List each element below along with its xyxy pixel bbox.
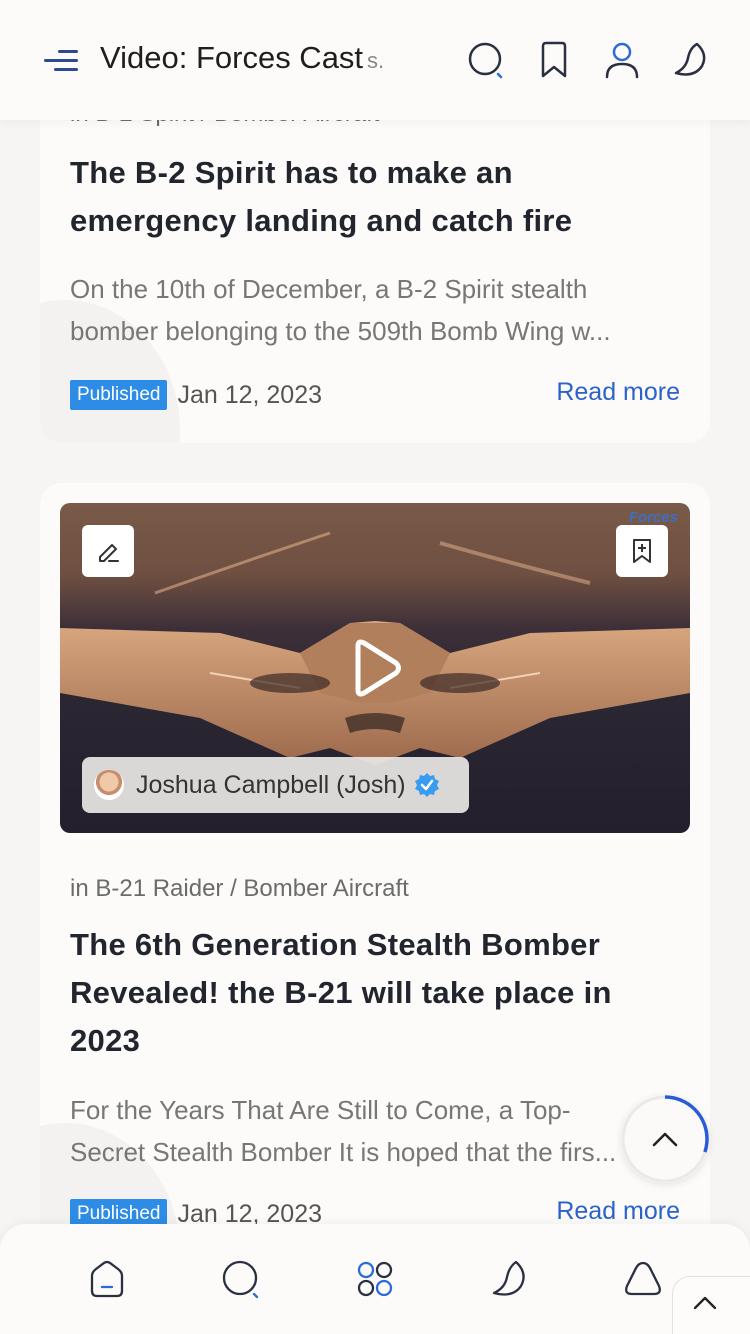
post-title-line: Revealed! the B-21 will take place in [70,975,612,1010]
post-excerpt-line: On the 10th of December, a B-2 Spirit st… [70,274,588,304]
apps-icon [357,1261,393,1297]
home-icon [90,1260,124,1298]
author-name: Joshua Campbell (Josh) [136,770,406,799]
verified-icon [414,773,439,797]
bookmark-add-button[interactable] [616,525,668,577]
top-header: Video: Forces Cast s. [0,0,750,120]
post-excerpt-line: For the Years That Are Still to Come, a … [70,1095,571,1125]
post-title-line: The B-2 Spirit has to make an [70,155,513,190]
post-card[interactable]: Forces Joshua Campbell (Josh) in B-21 Ra… [40,483,710,1283]
nav-home[interactable] [82,1254,132,1304]
read-more-link[interactable]: Read more [556,378,680,407]
expand-panel-button[interactable] [672,1276,750,1334]
notification-icon [625,1261,661,1296]
page-title: Video: Forces Cast s. [100,40,384,76]
page: in B-2 Spirit / Bomber Aircraft The B-2 … [0,0,750,1334]
post-thumbnail[interactable]: Forces Joshua Campbell (Josh) [60,503,690,833]
search-icon [468,42,503,79]
read-more-link[interactable]: Read more [556,1197,680,1226]
post-excerpt-line: Secret Stealth Bomber It is hoped that t… [70,1137,617,1167]
post-excerpt: For the Years That Are Still to Come, a … [70,1089,680,1173]
post-category[interactable]: in B-21 Raider / Bomber Aircraft [70,875,409,903]
play-icon[interactable] [348,638,404,698]
scroll-progress-ring [621,1095,709,1183]
search-button[interactable] [464,38,508,82]
moon-icon [492,1260,525,1296]
theme-toggle[interactable] [668,38,712,82]
moon-icon [674,42,706,76]
watermark: Forces [628,509,678,526]
nav-search[interactable] [216,1254,266,1304]
post-excerpt-line: bomber belonging to the 509th Bomb Wing … [70,316,611,346]
post-meta: Published Jan 12, 2023 [70,380,322,410]
menu-icon[interactable] [44,50,78,72]
account-button[interactable] [600,38,644,82]
scroll-to-top-button[interactable] [621,1095,709,1183]
bookmark-icon [541,41,567,78]
status-badge: Published [70,380,168,410]
bookmarks-button[interactable] [532,38,576,82]
avatar [94,770,124,800]
nav-theme[interactable] [484,1254,534,1304]
post-title[interactable]: The 6th Generation Stealth Bomber Reveal… [70,921,680,1065]
post-title[interactable]: The B-2 Spirit has to make an emergency … [70,149,680,245]
nav-notifications[interactable] [618,1254,668,1304]
page-title-text: Video: Forces Cast [100,40,364,75]
post-title-line: The 6th Generation Stealth Bomber [70,927,601,962]
nav-apps[interactable] [350,1254,400,1304]
post-title-line: emergency landing and catch fire [70,203,573,238]
chevron-up-icon [693,1296,717,1310]
page-title-suffix: s. [367,48,385,73]
search-icon [222,1260,259,1299]
post-excerpt: On the 10th of December, a B-2 Spirit st… [70,268,680,352]
edit-button[interactable] [82,525,134,577]
author-chip[interactable]: Joshua Campbell (Josh) [82,757,469,813]
bookmark-add-icon [633,539,651,563]
post-title-line: 2023 [70,1023,141,1058]
user-icon [605,42,639,79]
bottom-nav [0,1224,750,1334]
edit-icon [99,544,119,562]
post-date: Jan 12, 2023 [177,380,323,409]
